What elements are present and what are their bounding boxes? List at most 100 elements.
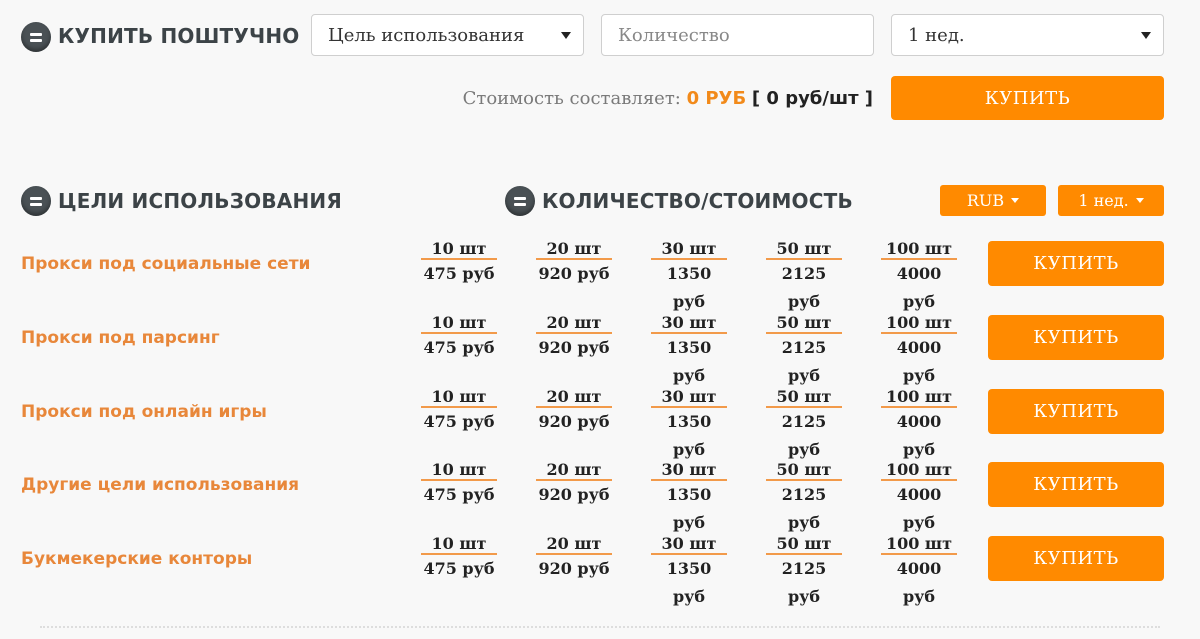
qty-cost-section-title: КОЛИЧЕСТВО/СТОИМОСТЬ — [542, 189, 853, 213]
package-option[interactable]: 20 шт 920 руб — [536, 238, 612, 286]
package-option[interactable]: 10 шт 475 руб — [421, 386, 497, 434]
chevron-down-icon — [561, 32, 571, 39]
period-dropdown[interactable]: 1 нед. — [1058, 185, 1164, 216]
package-option[interactable]: 50 шт 2125 руб — [766, 459, 842, 532]
package-qty: 50 шт — [766, 386, 842, 408]
package-price: 920 руб — [538, 485, 610, 504]
package-price: 1350 руб — [666, 412, 712, 459]
package-qty: 10 шт — [421, 386, 497, 408]
section-icon — [21, 186, 51, 216]
package-price: 475 руб — [423, 559, 495, 578]
package-option[interactable]: 100 шт 4000 руб — [881, 386, 957, 459]
buy-package-button[interactable]: КУПИТЬ — [988, 536, 1164, 581]
package-price: 475 руб — [423, 485, 495, 504]
package-qty: 50 шт — [766, 459, 842, 481]
chevron-down-icon — [1011, 198, 1020, 203]
package-price: 2125 руб — [781, 412, 827, 459]
package-option[interactable]: 100 шт 4000 руб — [881, 312, 957, 385]
package-price: 2125 руб — [781, 338, 827, 385]
package-qty: 30 шт — [651, 459, 727, 481]
package-price: 475 руб — [423, 264, 495, 283]
package-option[interactable]: 50 шт 2125 руб — [766, 533, 842, 606]
package-price: 2125 руб — [781, 264, 827, 311]
package-qty: 30 шт — [651, 386, 727, 408]
buy-package-button[interactable]: КУПИТЬ — [988, 389, 1164, 434]
cost-value: 0 РУБ — [686, 88, 747, 109]
package-price: 1350 руб — [666, 485, 712, 532]
divider — [40, 626, 1160, 628]
buy-package-button[interactable]: КУПИТЬ — [988, 315, 1164, 360]
package-option[interactable]: 100 шт 4000 руб — [881, 533, 957, 606]
section-icon — [21, 22, 51, 52]
package-price: 1350 руб — [666, 264, 712, 311]
package-price: 4000 руб — [896, 485, 942, 532]
package-option[interactable]: 30 шт 1350 руб — [651, 312, 727, 385]
cost-summary: Стоимость составляет: 0 РУБ [ 0 руб/шт ] — [463, 88, 873, 109]
package-price: 920 руб — [538, 264, 610, 283]
period-select-value: 1 нед. — [908, 24, 965, 46]
package-price: 920 руб — [538, 412, 610, 431]
package-option[interactable]: 30 шт 1350 руб — [651, 459, 727, 532]
package-price: 1350 руб — [666, 338, 712, 385]
package-price: 2125 руб — [781, 559, 827, 606]
package-qty: 100 шт — [881, 238, 957, 260]
piece-section-title: КУПИТЬ ПОШТУЧНО — [58, 24, 300, 48]
currency-value: RUB — [966, 191, 1005, 210]
package-option[interactable]: 10 шт 475 руб — [421, 533, 497, 581]
currency-dropdown[interactable]: RUB — [940, 185, 1046, 216]
package-option[interactable]: 30 шт 1350 руб — [651, 238, 727, 311]
cost-per-unit: [ 0 руб/шт ] — [751, 88, 873, 109]
package-price: 475 руб — [423, 338, 495, 357]
package-qty: 20 шт — [536, 312, 612, 334]
chevron-down-icon — [1141, 32, 1151, 39]
package-qty: 50 шт — [766, 238, 842, 260]
package-price: 4000 руб — [896, 264, 942, 311]
buy-piece-button[interactable]: КУПИТЬ — [891, 76, 1164, 120]
package-qty: 50 шт — [766, 533, 842, 555]
chevron-down-icon — [1135, 198, 1144, 203]
package-option[interactable]: 50 шт 2125 руб — [766, 238, 842, 311]
package-price: 475 руб — [423, 412, 495, 431]
period-value: 1 нед. — [1078, 191, 1129, 210]
package-qty: 100 шт — [881, 312, 957, 334]
package-qty: 20 шт — [536, 238, 612, 260]
package-option[interactable]: 30 шт 1350 руб — [651, 533, 727, 606]
package-option[interactable]: 20 шт 920 руб — [536, 386, 612, 434]
purpose-select[interactable]: Цель использования — [311, 14, 584, 56]
package-option[interactable]: 100 шт 4000 руб — [881, 238, 957, 311]
package-qty: 20 шт — [536, 533, 612, 555]
package-qty: 10 шт — [421, 459, 497, 481]
package-option[interactable]: 50 шт 2125 руб — [766, 386, 842, 459]
package-option[interactable]: 100 шт 4000 руб — [881, 459, 957, 532]
package-qty: 20 шт — [536, 459, 612, 481]
buy-package-button[interactable]: КУПИТЬ — [988, 462, 1164, 507]
package-qty: 10 шт — [421, 533, 497, 555]
package-price: 1350 руб — [666, 559, 712, 606]
package-option[interactable]: 50 шт 2125 руб — [766, 312, 842, 385]
cost-label: Стоимость составляет: — [462, 88, 681, 109]
package-qty: 30 шт — [651, 312, 727, 334]
package-price: 4000 руб — [896, 412, 942, 459]
quantity-input-wrap[interactable] — [601, 14, 874, 56]
package-qty: 50 шт — [766, 312, 842, 334]
package-price: 920 руб — [538, 559, 610, 578]
package-option[interactable]: 10 шт 475 руб — [421, 238, 497, 286]
period-select[interactable]: 1 нед. — [891, 14, 1164, 56]
section-icon — [505, 186, 535, 216]
package-option[interactable]: 20 шт 920 руб — [536, 533, 612, 581]
quantity-input[interactable] — [618, 24, 873, 46]
purpose-label: Прокси под парсинг — [21, 328, 220, 348]
package-option[interactable]: 10 шт 475 руб — [421, 312, 497, 360]
package-option[interactable]: 10 шт 475 руб — [421, 459, 497, 507]
package-option[interactable]: 20 шт 920 руб — [536, 312, 612, 360]
package-option[interactable]: 20 шт 920 руб — [536, 459, 612, 507]
purposes-section-title: ЦЕЛИ ИСПОЛЬЗОВАНИЯ — [58, 189, 342, 213]
buy-package-button[interactable]: КУПИТЬ — [988, 241, 1164, 286]
package-qty: 100 шт — [881, 533, 957, 555]
purpose-label: Прокси под онлайн игры — [21, 402, 267, 422]
package-price: 4000 руб — [896, 559, 942, 606]
package-qty: 30 шт — [651, 533, 727, 555]
package-price: 920 руб — [538, 338, 610, 357]
package-option[interactable]: 30 шт 1350 руб — [651, 386, 727, 459]
package-qty: 10 шт — [421, 238, 497, 260]
